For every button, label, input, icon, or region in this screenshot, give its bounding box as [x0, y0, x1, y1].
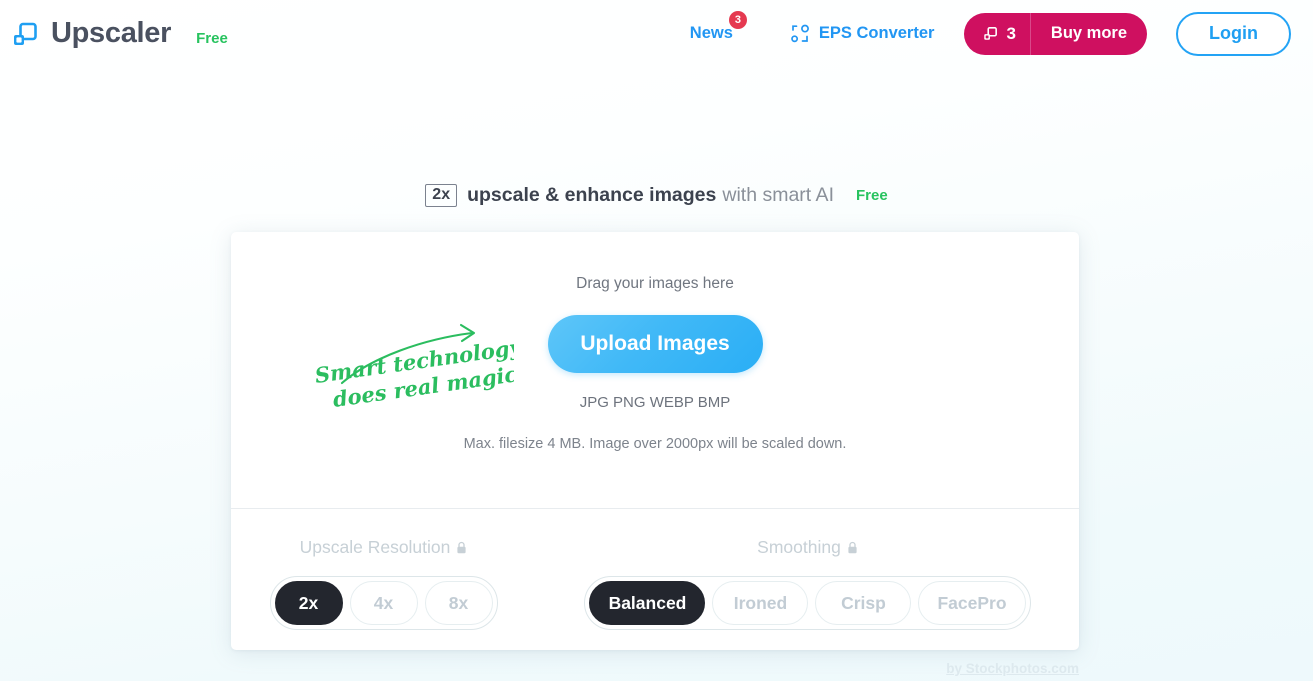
upload-button-wrap: Upload Images	[231, 315, 1079, 373]
max-filesize-note: Max. filesize 4 MB. Image over 2000px wi…	[463, 436, 847, 452]
supported-formats: JPG PNG WEBP BMP	[579, 394, 731, 411]
headline-scale-badge: 2x	[425, 184, 458, 207]
brand[interactable]: Upscaler Free	[10, 19, 228, 49]
headline-strong-text: upscale & enhance images	[467, 184, 717, 206]
resolution-option-4x[interactable]: 4x	[349, 581, 418, 625]
smoothing-label: Smoothing	[757, 537, 841, 557]
upscale-resolution-options: 2x 4x 8x	[269, 576, 498, 630]
credits-count-section[interactable]: 3	[964, 12, 1031, 55]
resolution-option-8x[interactable]: 8x	[424, 581, 493, 625]
headline-free-tag: Free	[856, 187, 888, 204]
credits-count-value: 3	[1006, 23, 1016, 43]
stockphotos-credit-link[interactable]: by Stockphotos.com	[946, 661, 1079, 676]
dropzone[interactable]: Drag your images here Upload Images JPG …	[231, 232, 1079, 509]
page-headline: 2x upscale & enhance images with smart A…	[0, 184, 1313, 207]
smoothing-label-row: Smoothing	[757, 537, 858, 558]
upscale-resolution-label: Upscale Resolution	[299, 537, 451, 557]
brand-name: Upscaler	[51, 17, 172, 49]
smoothing-options: Balanced Ironed Crisp FacePro	[584, 576, 1031, 630]
smoothing-option-facepro[interactable]: FacePro	[918, 581, 1026, 625]
uploader-card: Drag your images here Upload Images JPG …	[231, 232, 1079, 650]
lock-icon	[848, 541, 857, 554]
page-header: Upscaler Free News 3 EPS Converter 3 Buy…	[0, 0, 1313, 67]
login-button[interactable]: Login	[1176, 11, 1291, 56]
smoothing-option-balanced[interactable]: Balanced	[589, 581, 706, 625]
header-nav: News 3 EPS Converter 3 Buy more Login	[689, 11, 1291, 56]
smoothing-option-ironed[interactable]: Ironed	[712, 581, 809, 625]
eps-converter-icon	[791, 24, 809, 42]
upscale-resolution-group: Upscale Resolution 2x 4x 8x	[231, 537, 536, 649]
headline-light-text: with smart AI	[722, 184, 834, 206]
credits-buy-more-button[interactable]: 3 Buy more	[964, 12, 1148, 55]
nav-eps-label: EPS Converter	[818, 24, 935, 42]
upscaler-squares-icon	[14, 22, 37, 45]
lock-icon	[457, 541, 466, 554]
smoothing-option-crisp[interactable]: Crisp	[815, 581, 912, 625]
options-panel: Upscale Resolution 2x 4x 8x Smoothing Ba…	[231, 509, 1079, 649]
buy-more-label[interactable]: Buy more	[1031, 13, 1147, 55]
plan-tag: Free	[196, 29, 228, 47]
nav-news-label: News	[689, 24, 733, 42]
upscale-resolution-label-row: Upscale Resolution	[300, 537, 468, 558]
upload-images-button[interactable]: Upload Images	[547, 315, 763, 373]
nav-item-news[interactable]: News 3	[689, 11, 747, 43]
resolution-option-2x[interactable]: 2x	[274, 581, 343, 625]
smoothing-group: Smoothing Balanced Ironed Crisp FacePro	[536, 537, 1079, 649]
news-count-badge: 3	[728, 11, 747, 29]
nav-item-eps-converter[interactable]: EPS Converter	[789, 23, 935, 45]
drag-instruction: Drag your images here	[576, 275, 734, 292]
credits-squares-icon	[984, 27, 998, 40]
